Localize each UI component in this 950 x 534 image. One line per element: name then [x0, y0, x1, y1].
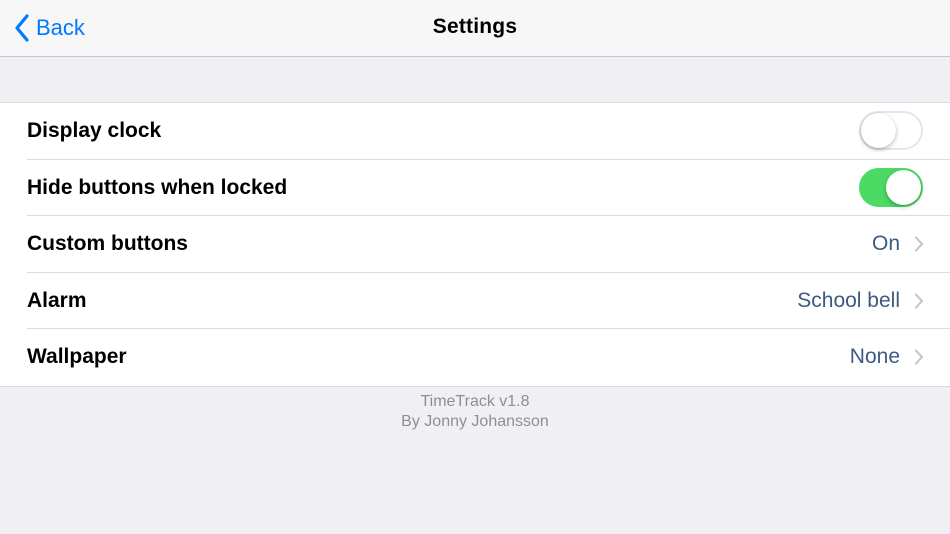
chevron-right-icon: [914, 236, 924, 252]
setting-label: Hide buttons when locked: [27, 175, 288, 199]
settings-list: Display clock Hide buttons when locked C…: [0, 102, 950, 387]
setting-row-wallpaper[interactable]: Wallpaper None: [0, 329, 950, 386]
setting-value: None: [849, 345, 900, 369]
version-text: TimeTrack v1.8: [420, 393, 530, 410]
author-text: By Jonny Johansson: [401, 413, 549, 430]
setting-label: Alarm: [27, 288, 87, 312]
setting-label: Display clock: [27, 119, 162, 142]
chevron-right-icon: [914, 349, 924, 365]
toggle-knob: [861, 113, 896, 148]
setting-value: On: [871, 232, 900, 256]
setting-row-hide-buttons: Hide buttons when locked: [0, 160, 950, 217]
setting-row-alarm[interactable]: Alarm School bell: [0, 273, 950, 330]
setting-row-custom-buttons[interactable]: Custom buttons On: [0, 216, 950, 273]
display-clock-toggle[interactable]: [859, 111, 923, 150]
chevron-right-icon: [914, 293, 924, 309]
app-info-footer: TimeTrack v1.8 By Jonny Johansson: [0, 392, 950, 432]
toggle-knob: [886, 169, 921, 205]
navigation-bar: Back Settings: [0, 0, 950, 57]
hide-buttons-toggle[interactable]: [859, 167, 923, 207]
setting-label: Custom buttons: [27, 232, 188, 256]
setting-row-display-clock: Display clock: [0, 103, 950, 160]
setting-value: School bell: [797, 288, 900, 312]
setting-label: Wallpaper: [27, 345, 127, 369]
page-title: Settings: [432, 15, 518, 38]
